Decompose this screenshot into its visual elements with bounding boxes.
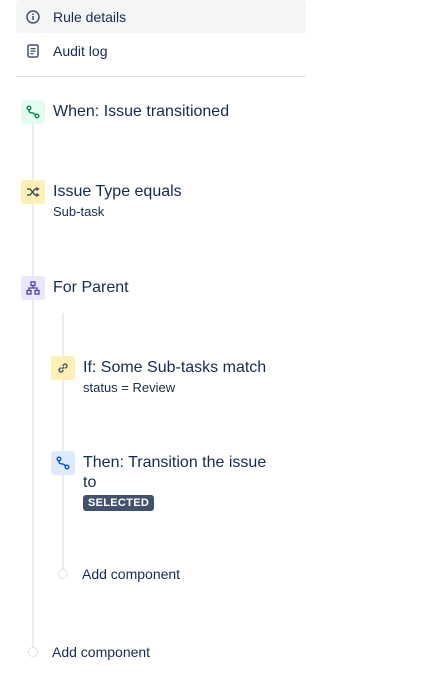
hierarchy-icon — [21, 276, 45, 300]
main-add-component-label: Add component — [52, 644, 151, 660]
main-add-component[interactable]: Add component — [28, 644, 150, 660]
add-dot-icon — [28, 647, 38, 657]
action-title-line2: to — [83, 474, 97, 491]
info-icon — [25, 9, 41, 25]
document-icon — [25, 43, 41, 59]
nav-divider — [16, 76, 306, 77]
nav-rule-details[interactable]: Rule details — [16, 0, 306, 33]
link-icon — [51, 356, 75, 380]
nav-rule-details-label: Rule details — [53, 8, 127, 25]
if-condition-title: If: Some Sub-tasks match — [83, 359, 267, 376]
transition-icon — [21, 100, 45, 124]
selected-badge: SELECTED — [83, 495, 155, 511]
branch-component[interactable]: For Parent — [21, 276, 129, 300]
trigger-component[interactable]: When: Issue transitioned — [21, 100, 229, 124]
transition-action-component[interactable]: Then: Transition the issue to SELECTED — [51, 451, 266, 511]
branch-title: For Parent — [53, 279, 129, 296]
trigger-title: When: Issue transitioned — [53, 103, 230, 120]
action-title-line1: Then: Transition the issue — [83, 454, 267, 471]
shuffle-icon — [21, 180, 45, 204]
nav-audit-log[interactable]: Audit log — [16, 34, 306, 67]
condition-subtitle: Sub-task — [53, 204, 105, 219]
nav-audit-log-label: Audit log — [53, 42, 108, 59]
transition-icon — [51, 451, 75, 475]
if-condition-subtitle: status = Review — [83, 380, 176, 395]
nested-add-component-label: Add component — [82, 566, 181, 582]
add-dot-icon — [58, 569, 68, 579]
nested-add-component[interactable]: Add component — [58, 566, 180, 582]
branch-flow-line — [62, 313, 64, 570]
if-condition-component[interactable]: If: Some Sub-tasks match status = Review — [51, 356, 266, 397]
condition-component[interactable]: Issue Type equals Sub-task — [21, 180, 182, 221]
condition-title: Issue Type equals — [53, 183, 182, 200]
